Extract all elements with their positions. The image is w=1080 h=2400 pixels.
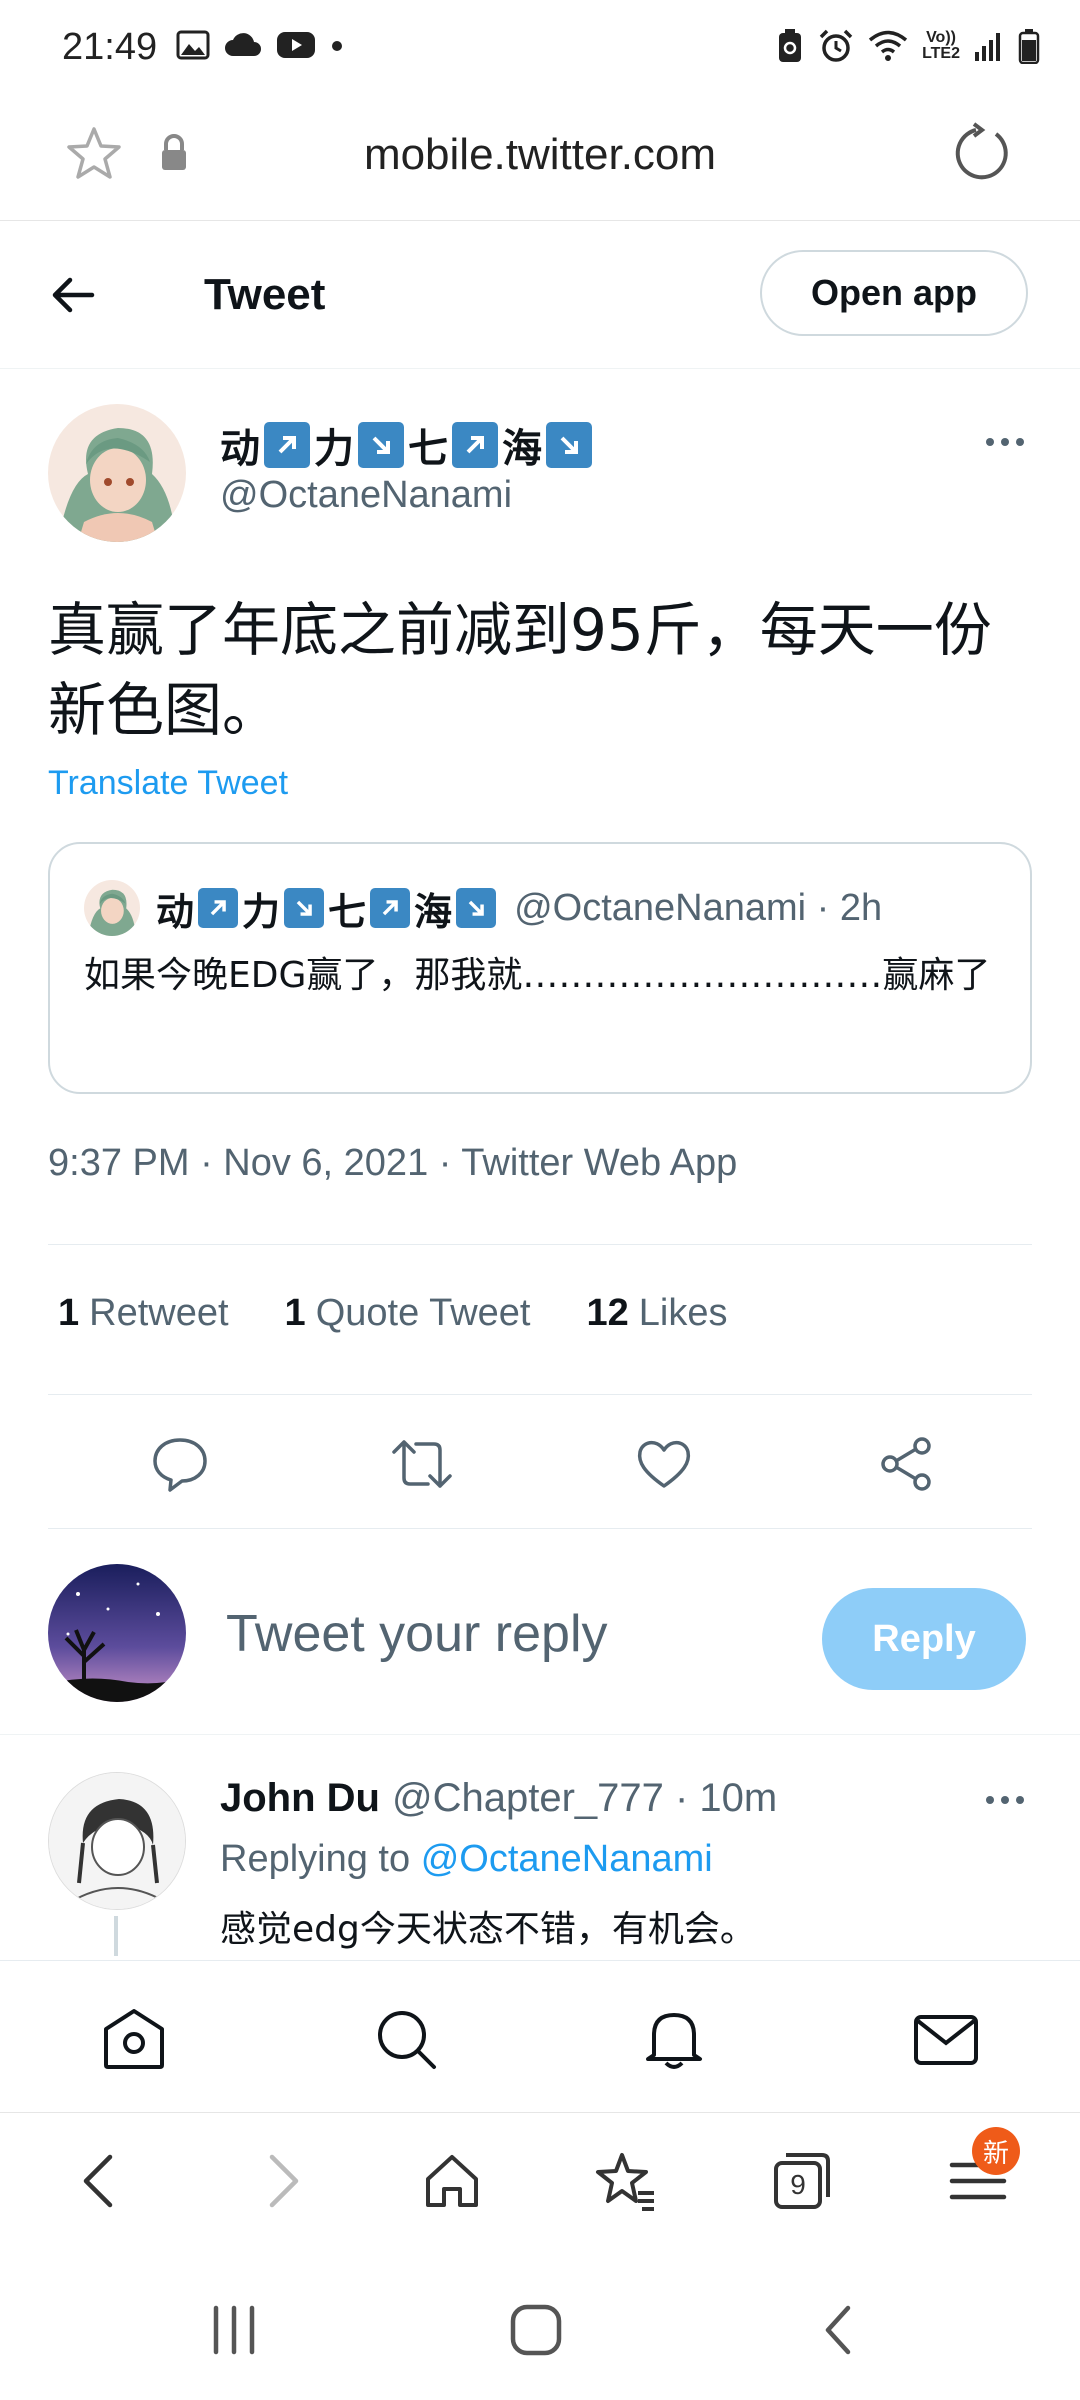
bookmarks-star-icon[interactable] xyxy=(594,2149,658,2213)
author-avatar[interactable] xyxy=(48,404,186,542)
reply-button[interactable]: Reply xyxy=(822,1588,1026,1690)
arrow-downright-emoji-icon xyxy=(456,888,497,928)
quoted-handle-time: @OctaneNanami · 2h xyxy=(514,886,883,929)
quoted-tweet-header: 动 力 七 海 @OctaneNanami · 2h xyxy=(84,880,882,936)
system-nav-bar xyxy=(0,2252,1080,2400)
reply-handle-time: @Chapter_777 · 10m xyxy=(391,1776,778,1820)
reply-composer: Tweet your reply Reply xyxy=(0,1530,1080,1735)
retweet-icon[interactable] xyxy=(386,1428,458,1500)
author-name[interactable]: 动 力 七 海 xyxy=(220,416,592,474)
like-heart-icon[interactable] xyxy=(628,1428,700,1500)
open-app-button[interactable]: Open app xyxy=(760,250,1028,336)
replying-to: Replying to @OctaneNanami xyxy=(220,1838,713,1880)
search-icon[interactable] xyxy=(372,2005,440,2073)
reply-icon[interactable] xyxy=(144,1428,216,1500)
browser-back-icon[interactable] xyxy=(70,2149,134,2213)
arrow-upright-emoji-icon xyxy=(198,888,239,928)
divider xyxy=(48,1394,1032,1395)
my-avatar[interactable] xyxy=(48,1564,186,1702)
arrow-downright-emoji-icon xyxy=(358,422,404,468)
tabs-count: 9 xyxy=(790,2169,806,2200)
system-home-icon[interactable] xyxy=(508,2302,564,2358)
reply-input[interactable]: Tweet your reply xyxy=(226,1604,608,1664)
recents-icon[interactable] xyxy=(206,2302,262,2358)
volte-indicator: Vo)) LTE2 xyxy=(922,29,960,62)
dot-icon xyxy=(332,41,342,51)
divider xyxy=(48,1244,1032,1245)
quoted-name-char: 七 xyxy=(328,891,367,934)
quoted-author-avatar xyxy=(84,880,140,936)
arrow-upright-emoji-icon xyxy=(264,422,310,468)
battery-saver-icon xyxy=(779,29,802,62)
reply-author[interactable]: John Du @Chapter_777 · 10m xyxy=(220,1776,777,1821)
browser-toolbar: 9 新 xyxy=(0,2112,1080,2253)
quoted-tweet[interactable]: 动 力 七 海 @OctaneNanami · 2h 如果今晚EDG赢了，那我就… xyxy=(48,842,1032,1094)
quoted-tweet-text: 如果今晚EDG赢了，那我就…………………………赢麻了 xyxy=(84,955,991,996)
author-name-char: 七 xyxy=(408,427,448,471)
reply-author-avatar[interactable] xyxy=(48,1772,186,1910)
alarm-icon xyxy=(819,29,853,62)
home-icon[interactable] xyxy=(100,2005,168,2073)
notifications-bell-icon[interactable] xyxy=(640,2005,708,2073)
reply-text: 感觉edg今天状态不错，有机会。 xyxy=(220,1909,756,1950)
app-bottom-nav xyxy=(0,1960,1080,2113)
likes-stat[interactable]: 12 Likes xyxy=(586,1292,727,1335)
page-title: Tweet xyxy=(204,270,326,319)
new-badge: 新 xyxy=(972,2127,1020,2175)
messages-mail-icon[interactable] xyxy=(912,2005,980,2073)
tweet-actions xyxy=(48,1428,1032,1500)
signal-icon xyxy=(975,33,1000,61)
reload-icon[interactable] xyxy=(952,122,1014,184)
quote-tweets-stat[interactable]: 1 Quote Tweet xyxy=(285,1292,531,1335)
back-arrow-icon[interactable] xyxy=(50,272,96,318)
divider xyxy=(48,1528,1032,1529)
retweets-stat[interactable]: 1 Retweet xyxy=(58,1292,229,1335)
author-name-char: 海 xyxy=(502,427,542,471)
status-time: 21:49 xyxy=(62,26,158,68)
share-icon[interactable] xyxy=(870,1428,942,1500)
youtube-icon xyxy=(277,32,315,58)
quoted-name-char: 力 xyxy=(242,891,281,934)
arrow-upright-emoji-icon xyxy=(452,422,498,468)
reply-more-options-icon[interactable] xyxy=(986,1796,1024,1804)
page-header: Tweet Open app xyxy=(0,220,1080,369)
translate-tweet-link[interactable]: Translate Tweet xyxy=(48,764,288,803)
system-back-icon[interactable] xyxy=(812,2302,868,2358)
arrow-downright-emoji-icon xyxy=(284,888,325,928)
cloud-icon xyxy=(225,33,261,56)
battery-icon xyxy=(1018,29,1040,64)
tweet-text: 真赢了年底之前减到95斤，每天一份新色图。 xyxy=(48,596,992,744)
author-name-char: 力 xyxy=(314,427,354,471)
reply-author-name: John Du xyxy=(220,1776,380,1820)
browser-home-icon[interactable] xyxy=(420,2149,484,2213)
more-options-icon[interactable] xyxy=(986,438,1024,446)
arrow-downright-emoji-icon xyxy=(546,422,592,468)
arrow-upright-emoji-icon xyxy=(370,888,411,928)
browser-url-bar: mobile.twitter.com xyxy=(0,100,1080,221)
browser-forward-icon[interactable] xyxy=(248,2149,312,2213)
thread-line xyxy=(114,1916,118,1956)
url-text[interactable]: mobile.twitter.com xyxy=(0,130,1080,180)
author-handle[interactable]: @OctaneNanami xyxy=(220,474,512,517)
system-status-icons: Vo)) LTE2 xyxy=(776,28,1040,64)
status-bar: 21:49 Vo)) LTE2 xyxy=(0,0,1080,100)
notification-icons xyxy=(176,30,344,60)
wifi-icon xyxy=(868,30,908,61)
author-name-char: 动 xyxy=(220,427,260,471)
tweet-timestamp-source[interactable]: 9:37 PM · Nov 6, 2021 · Twitter Web App xyxy=(48,1142,737,1185)
tabs-icon[interactable]: 9 xyxy=(770,2149,834,2213)
quoted-name-char: 动 xyxy=(156,891,195,934)
tweet-stats: 1 Retweet 1 Quote Tweet 12 Likes xyxy=(58,1292,727,1335)
gallery-icon xyxy=(176,30,210,60)
replying-to-link[interactable]: @OctaneNanami xyxy=(421,1838,713,1880)
quoted-name-char: 海 xyxy=(414,891,453,934)
